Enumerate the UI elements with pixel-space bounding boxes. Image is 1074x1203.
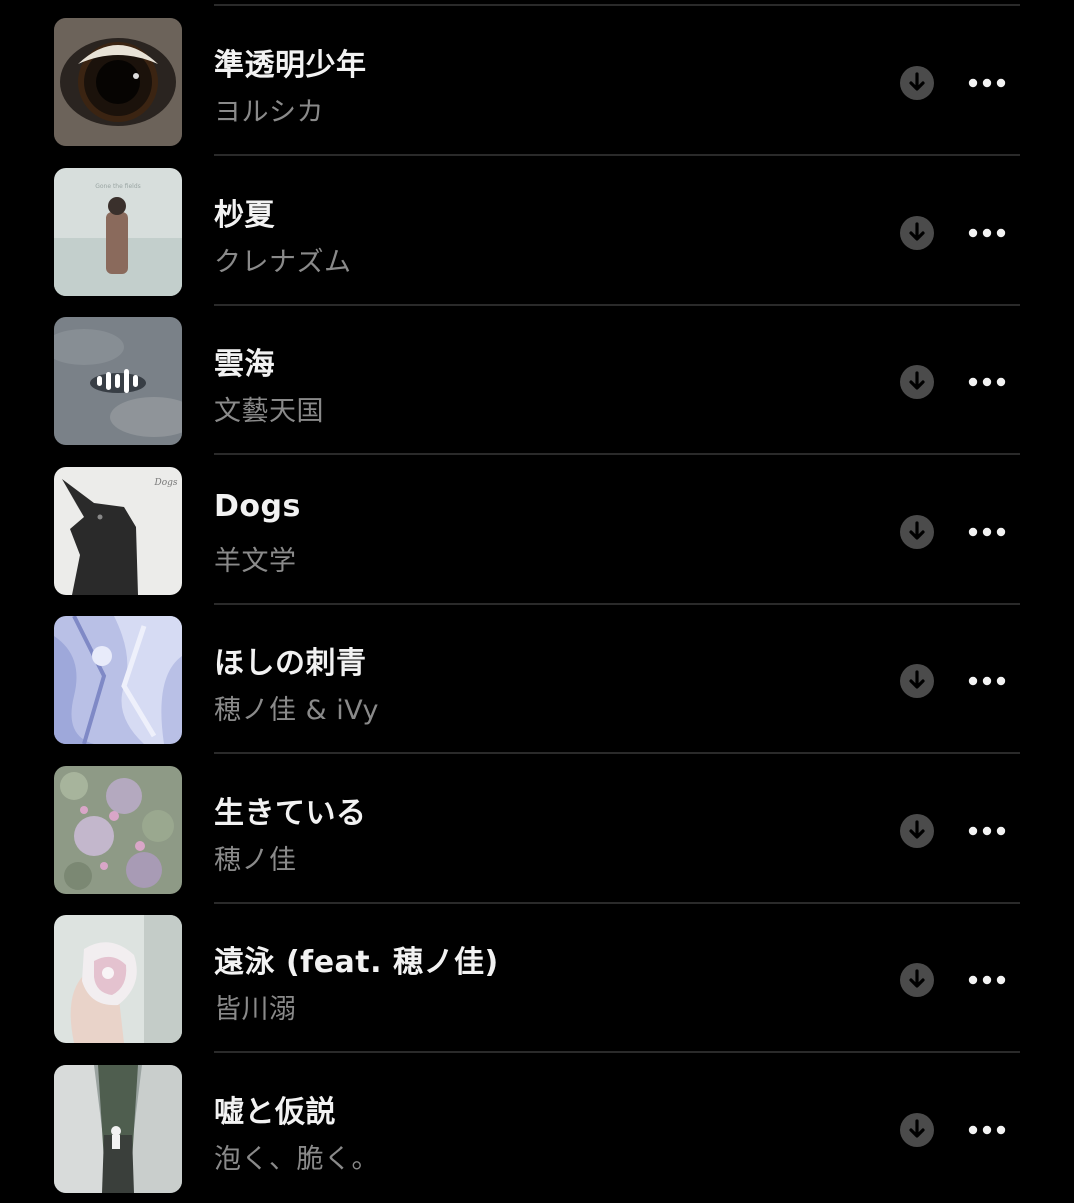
song-artist: ヨルシカ — [214, 97, 324, 128]
download-icon[interactable] — [900, 216, 934, 250]
song-row[interactable]: 遠泳 (feat. 穂ノ佳) 皆川溺 — [0, 903, 1074, 1053]
song-row[interactable]: 嘘と仮説 泡く、脆く。 — [0, 1053, 1074, 1203]
more-options-icon[interactable] — [966, 1115, 1008, 1145]
more-options-icon[interactable] — [966, 367, 1008, 397]
song-row[interactable]: Dogs Dogs 羊文学 — [0, 455, 1074, 605]
download-icon[interactable] — [900, 814, 934, 848]
album-artwork — [54, 616, 182, 744]
song-row[interactable]: 生きている 穂ノ佳 — [0, 754, 1074, 904]
song-row[interactable]: 雲海 文藝天国 — [0, 305, 1074, 455]
more-options-icon[interactable] — [966, 666, 1008, 696]
song-title: 杪夏 — [214, 198, 275, 233]
download-icon[interactable] — [900, 66, 934, 100]
song-artist: クレナズム — [214, 247, 352, 278]
song-artist: 皆川溺 — [214, 994, 297, 1025]
song-title: Dogs — [214, 489, 301, 524]
more-options-icon[interactable] — [966, 218, 1008, 248]
more-options-icon[interactable] — [966, 68, 1008, 98]
song-row[interactable]: ほしの刺青 穂ノ佳 & iVy — [0, 604, 1074, 754]
download-icon[interactable] — [900, 963, 934, 997]
download-icon[interactable] — [900, 365, 934, 399]
album-artwork — [54, 18, 182, 146]
download-icon[interactable] — [900, 664, 934, 698]
album-artwork — [54, 317, 182, 445]
song-title: ほしの刺青 — [214, 646, 367, 681]
album-artwork: Dogs — [54, 467, 182, 595]
song-title: 遠泳 (feat. 穂ノ佳) — [214, 945, 499, 980]
song-artist: 羊文学 — [214, 546, 297, 577]
song-row[interactable]: 準透明少年 ヨルシカ — [0, 6, 1074, 156]
download-icon[interactable] — [900, 1113, 934, 1147]
album-artwork — [54, 766, 182, 894]
more-options-icon[interactable] — [966, 517, 1008, 547]
song-artist: 文藝天国 — [214, 396, 324, 427]
song-artist: 穂ノ佳 — [214, 845, 297, 876]
song-title: 生きている — [214, 796, 367, 831]
song-row[interactable]: Gone the fields 杪夏 クレナズム — [0, 156, 1074, 306]
song-title: 準透明少年 — [214, 48, 367, 83]
song-artist: 穂ノ佳 & iVy — [214, 695, 379, 726]
download-icon[interactable] — [900, 515, 934, 549]
art-caption: Gone the fields — [95, 183, 141, 190]
more-options-icon[interactable] — [966, 816, 1008, 846]
song-artist: 泡く、脆く。 — [214, 1144, 379, 1175]
album-artwork: Gone the fields — [54, 168, 182, 296]
art-caption: Dogs — [153, 478, 177, 488]
song-title: 嘘と仮説 — [214, 1095, 336, 1130]
more-options-icon[interactable] — [966, 965, 1008, 995]
album-artwork — [54, 915, 182, 1043]
song-title: 雲海 — [214, 347, 275, 382]
album-artwork — [54, 1065, 182, 1193]
